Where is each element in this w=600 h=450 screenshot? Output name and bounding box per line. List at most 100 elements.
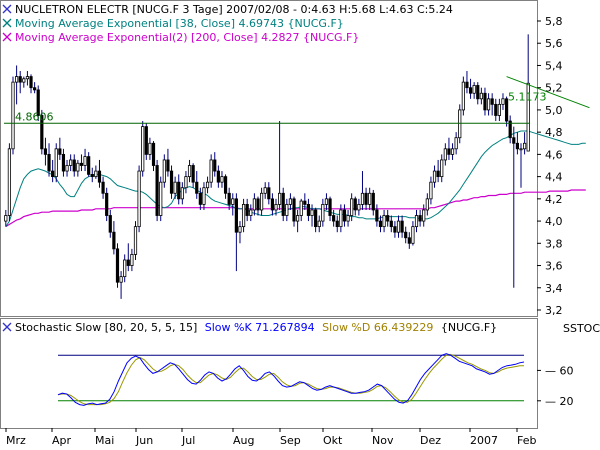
candle-body bbox=[184, 176, 188, 189]
x-tick-label: Jun bbox=[135, 434, 153, 447]
candle-body bbox=[350, 198, 354, 216]
candle-body bbox=[151, 142, 156, 166]
candle-body bbox=[33, 87, 37, 91]
candle-body bbox=[101, 181, 105, 194]
price-y-tick-label: 5,2 bbox=[545, 82, 563, 95]
candle-body bbox=[443, 148, 447, 161]
candle-body bbox=[386, 215, 390, 222]
candle-body bbox=[249, 209, 253, 216]
candle-body bbox=[357, 204, 361, 211]
candle-body bbox=[512, 137, 516, 144]
candle-body bbox=[314, 209, 318, 228]
candle-body bbox=[43, 148, 48, 155]
candle-body bbox=[317, 220, 321, 228]
candle-body bbox=[216, 170, 220, 183]
x-tick-label: Mrz bbox=[6, 434, 26, 447]
candle-body bbox=[321, 204, 325, 222]
candle-body bbox=[173, 181, 177, 194]
candle-body bbox=[72, 159, 76, 172]
candle-body bbox=[360, 192, 365, 205]
x-tick-label: 2007 bbox=[470, 434, 498, 447]
x-tick-label: Aug bbox=[233, 434, 254, 447]
candle-body bbox=[296, 215, 300, 222]
candle-body bbox=[285, 204, 289, 216]
candle-body bbox=[87, 156, 91, 175]
price-y-tick-label: 4,6 bbox=[545, 148, 563, 161]
candle-body bbox=[324, 198, 329, 205]
x-tick-label: Mai bbox=[95, 434, 114, 447]
stoch-y-tick-label: — 20 bbox=[545, 395, 574, 408]
price-y-tick-label: 4,2 bbox=[545, 193, 563, 206]
candle-body bbox=[494, 103, 498, 116]
legend-ema38: Moving Average Exponential [38, Close] 4… bbox=[15, 17, 344, 30]
candle-body bbox=[411, 226, 415, 244]
candle-body bbox=[18, 76, 22, 83]
candle-body bbox=[159, 181, 163, 216]
candle-body bbox=[270, 198, 275, 211]
legend-ema200: Moving Average Exponential(2) [200, Clos… bbox=[15, 31, 359, 44]
candle-body bbox=[7, 148, 12, 216]
candle-body bbox=[220, 176, 224, 183]
price-y-tick-label: 3,2 bbox=[545, 304, 563, 317]
x-tick-label: Jul bbox=[181, 434, 195, 447]
candle-body bbox=[231, 198, 235, 205]
price-y-tick-label: 4,0 bbox=[545, 215, 563, 228]
candle-body bbox=[353, 198, 357, 211]
candle-body bbox=[256, 198, 260, 211]
candle-body bbox=[144, 126, 148, 155]
candle-body bbox=[130, 254, 134, 266]
candle-body bbox=[234, 198, 238, 233]
candle-body bbox=[422, 209, 426, 222]
candle-body bbox=[335, 220, 339, 228]
candle-body bbox=[342, 209, 347, 222]
candle-body bbox=[429, 181, 433, 200]
candle-body bbox=[389, 220, 393, 228]
candle-body bbox=[97, 170, 102, 183]
stoch-title-k: Slow %K 71.267894 bbox=[205, 321, 315, 334]
chart-title: NUCLETRON ELECTR [NUCG.F 3 Tage] 2007/02… bbox=[15, 3, 453, 16]
candle-body bbox=[108, 215, 112, 233]
candle-body bbox=[414, 215, 419, 228]
x-axis: Mrz Apr Mai Jun Jul Aug Sep Okt Nov Dez 2007 Feb bbox=[5, 428, 536, 447]
candle-body bbox=[468, 87, 473, 94]
candle-body bbox=[11, 81, 15, 150]
candle-body bbox=[133, 226, 138, 255]
candle-body bbox=[238, 226, 242, 233]
candle-body bbox=[404, 231, 408, 239]
candle-body bbox=[303, 200, 307, 205]
candle-body bbox=[519, 148, 523, 151]
candle-body bbox=[418, 215, 422, 222]
candle-body bbox=[393, 226, 397, 233]
candle-body bbox=[472, 85, 476, 94]
x-tick-label: Apr bbox=[52, 434, 72, 447]
stoch-title: Stochastic Slow [80, 20, 5, 5, 15] Slow … bbox=[15, 321, 497, 334]
price-y-tick-label: 3,4 bbox=[545, 282, 563, 295]
candle-body bbox=[155, 165, 159, 216]
candle-body bbox=[76, 162, 80, 172]
candle-body bbox=[205, 181, 210, 189]
candle-body bbox=[51, 170, 55, 178]
candle-body bbox=[267, 187, 271, 200]
candle-body bbox=[332, 215, 336, 222]
candle-body bbox=[166, 159, 170, 172]
candle-body bbox=[223, 176, 228, 194]
candle-body bbox=[15, 76, 19, 83]
candle-body bbox=[90, 173, 94, 178]
candle-body bbox=[436, 170, 440, 178]
candle-body bbox=[465, 81, 469, 89]
candle-body bbox=[162, 159, 166, 183]
candle-body bbox=[213, 159, 217, 172]
stoch-title-name: Stochastic Slow [80, 20, 5, 5, 15] bbox=[15, 321, 197, 334]
candle-body bbox=[515, 142, 519, 150]
candle-body bbox=[180, 187, 184, 200]
candle-body bbox=[371, 192, 375, 211]
candle-body bbox=[346, 215, 350, 222]
candle-body bbox=[483, 92, 487, 111]
candle-body bbox=[105, 192, 109, 216]
stoch-y-tick-label: — 60 bbox=[545, 364, 574, 377]
candle-body bbox=[461, 81, 465, 111]
candle-body bbox=[447, 148, 451, 155]
candle-body bbox=[259, 192, 264, 211]
candle-body bbox=[299, 200, 303, 216]
price-y-tick-label: 4,4 bbox=[545, 171, 563, 184]
